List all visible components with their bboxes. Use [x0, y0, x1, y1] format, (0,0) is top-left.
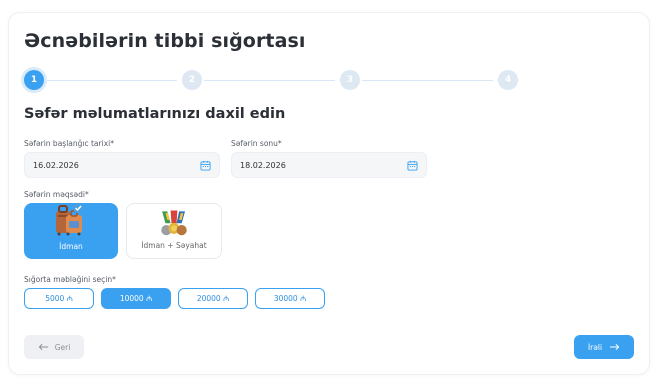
step-2[interactable]: 2 [182, 70, 202, 90]
page-title: Əcnəbilərin tibbi sığortası [24, 30, 306, 52]
purpose-option-sport[interactable]: İdman [24, 203, 118, 259]
amount-option-30000[interactable]: 30000 ₼ [255, 288, 325, 309]
purpose-label: Səfərin məqsədi* [24, 190, 89, 199]
end-date-label: Səfərin sonu* [231, 139, 282, 148]
luggage-icon [56, 203, 83, 236]
amount-option-5000[interactable]: 5000 ₼ [24, 288, 94, 309]
section-title: Səfər məlumatlarınızı daxil edin [24, 106, 286, 122]
step-3[interactable]: 3 [340, 70, 360, 90]
start-date-value: 16.02.2026 [33, 160, 79, 170]
arrow-left-icon [38, 343, 48, 351]
back-button[interactable]: Geri [24, 335, 84, 359]
stepper-line [362, 79, 493, 81]
medals-icon [161, 210, 187, 236]
next-button[interactable]: İrəli [574, 335, 634, 359]
amount-label: Sığorta məbləğini seçin* [24, 275, 116, 284]
start-date-input[interactable]: 16.02.2026 [24, 152, 220, 178]
end-date-input[interactable]: 18.02.2026 [231, 152, 427, 178]
purpose-option-label: İdman [59, 242, 83, 251]
step-4[interactable]: 4 [498, 70, 518, 90]
next-button-label: İrəli [587, 342, 603, 352]
amount-option-20000[interactable]: 20000 ₼ [178, 288, 248, 309]
stepper-line [204, 79, 335, 81]
back-button-label: Geri [54, 342, 71, 352]
step-1[interactable]: 1 [24, 70, 44, 90]
calendar-icon[interactable] [407, 160, 418, 171]
purpose-option-label: İdman + Səyahat [141, 241, 207, 250]
start-date-label: Səfərin başlanğıc tarixi* [24, 139, 114, 148]
calendar-icon[interactable] [200, 160, 211, 171]
form-card [8, 12, 650, 375]
amount-option-10000[interactable]: 10000 ₼ [101, 288, 171, 309]
stepper-line [46, 79, 177, 81]
end-date-value: 18.02.2026 [240, 160, 286, 170]
arrow-right-icon [609, 343, 620, 351]
purpose-option-sport-travel[interactable]: İdman + Səyahat [126, 203, 222, 259]
